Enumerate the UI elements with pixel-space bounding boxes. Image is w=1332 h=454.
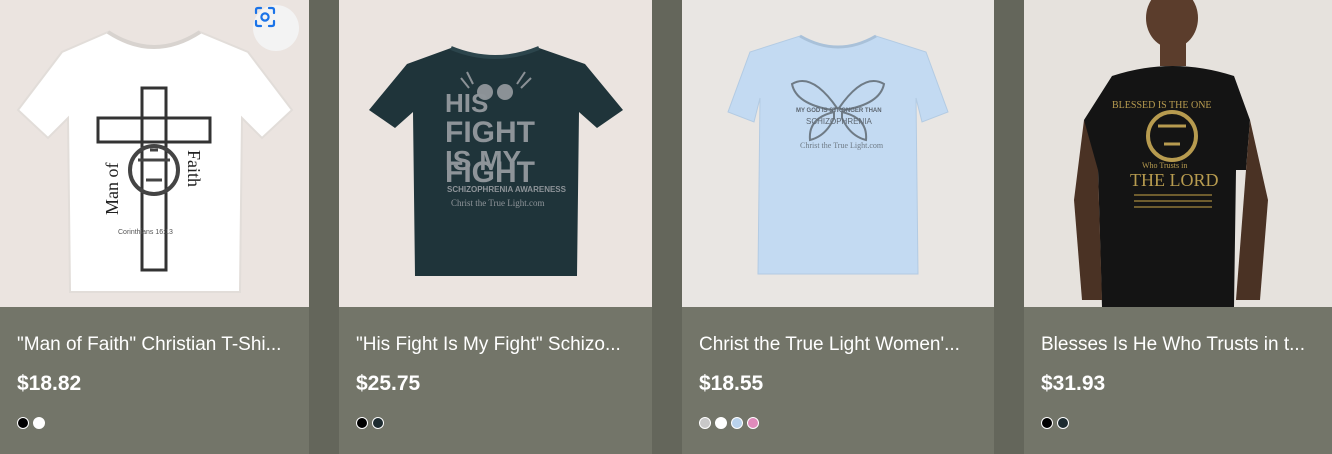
- product-image[interactable]: HIS FIGHT IS MY FIGHT SCHIZOPHRENIA AWAR…: [339, 0, 652, 307]
- shirt-print-text: Corinthians 16:13: [118, 229, 173, 236]
- tshirt-lightblue-image: MY GOD IS STRONGER THAN SCHIZOPHRENIA Ch…: [727, 34, 949, 275]
- product-price: $18.82: [17, 372, 82, 395]
- shirt-print-text: Man of: [102, 163, 122, 216]
- product-card-blesses-is-he[interactable]: BLESSED IS THE ONE Who Trusts in THE LOR…: [1024, 0, 1332, 454]
- product-price: $31.93: [1041, 372, 1106, 395]
- product-image[interactable]: BLESSED IS THE ONE Who Trusts in THE LOR…: [1024, 0, 1332, 307]
- product-card-christ-true-light[interactable]: MY GOD IS STRONGER THAN SCHIZOPHRENIA Ch…: [682, 0, 994, 454]
- color-swatch-white[interactable]: [715, 417, 727, 429]
- color-swatch-black[interactable]: [356, 417, 368, 429]
- shirt-print-text: Christ the True Light.com: [451, 198, 545, 208]
- product-price: $25.75: [356, 372, 421, 395]
- google-lens-button[interactable]: [253, 5, 299, 51]
- shirt-print-text: HIS: [445, 88, 488, 118]
- product-title[interactable]: Christ the True Light Women'...: [699, 333, 976, 357]
- product-title[interactable]: "His Fight Is My Fight" Schizo...: [356, 333, 634, 357]
- color-swatch-pink[interactable]: [747, 417, 759, 429]
- shirt-print-text: THE LORD: [1130, 170, 1219, 190]
- shirt-print-text: SCHIZOPHRENIA AWARENESS: [447, 185, 567, 194]
- shirt-print-text: Christ the True Light.com: [800, 141, 884, 150]
- product-title[interactable]: "Man of Faith" Christian T-Shi...: [17, 333, 291, 357]
- product-image[interactable]: MY GOD IS STRONGER THAN SCHIZOPHRENIA Ch…: [682, 0, 994, 307]
- product-image[interactable]: Man of Faith Corinthians 16:13: [0, 0, 309, 307]
- product-card-his-fight[interactable]: HIS FIGHT IS MY FIGHT SCHIZOPHRENIA AWAR…: [339, 0, 652, 454]
- man-in-black-tshirt-image: BLESSED IS THE ONE Who Trusts in THE LOR…: [1074, 0, 1268, 307]
- color-swatches: [17, 417, 49, 431]
- color-swatches: [699, 417, 763, 431]
- shirt-print-text: BLESSED IS THE ONE: [1112, 100, 1212, 111]
- product-title[interactable]: Blesses Is He Who Trusts in t...: [1041, 333, 1314, 357]
- shirt-print-text: Faith: [184, 150, 204, 187]
- shirt-print-text: MY GOD IS STRONGER THAN: [796, 108, 882, 114]
- tshirt-navy-image: HIS FIGHT IS MY FIGHT SCHIZOPHRENIA AWAR…: [369, 46, 623, 276]
- color-swatch-black[interactable]: [17, 417, 29, 429]
- color-swatch-navy[interactable]: [372, 417, 384, 429]
- product-card-man-of-faith[interactable]: Man of Faith Corinthians 16:13 "Man of F…: [0, 0, 309, 454]
- shirt-print-text: Who Trusts in: [1142, 161, 1187, 170]
- product-price: $18.55: [699, 372, 764, 395]
- color-swatches: [1041, 417, 1073, 431]
- color-swatch-black[interactable]: [1041, 417, 1053, 429]
- shirt-print-text: SCHIZOPHRENIA: [806, 117, 872, 126]
- color-swatch-white[interactable]: [33, 417, 45, 429]
- color-swatch-gray[interactable]: [699, 417, 711, 429]
- google-lens-icon: [254, 6, 276, 28]
- color-swatch-light-blue[interactable]: [731, 417, 743, 429]
- color-swatches: [356, 417, 388, 431]
- color-swatch-navy[interactable]: [1057, 417, 1069, 429]
